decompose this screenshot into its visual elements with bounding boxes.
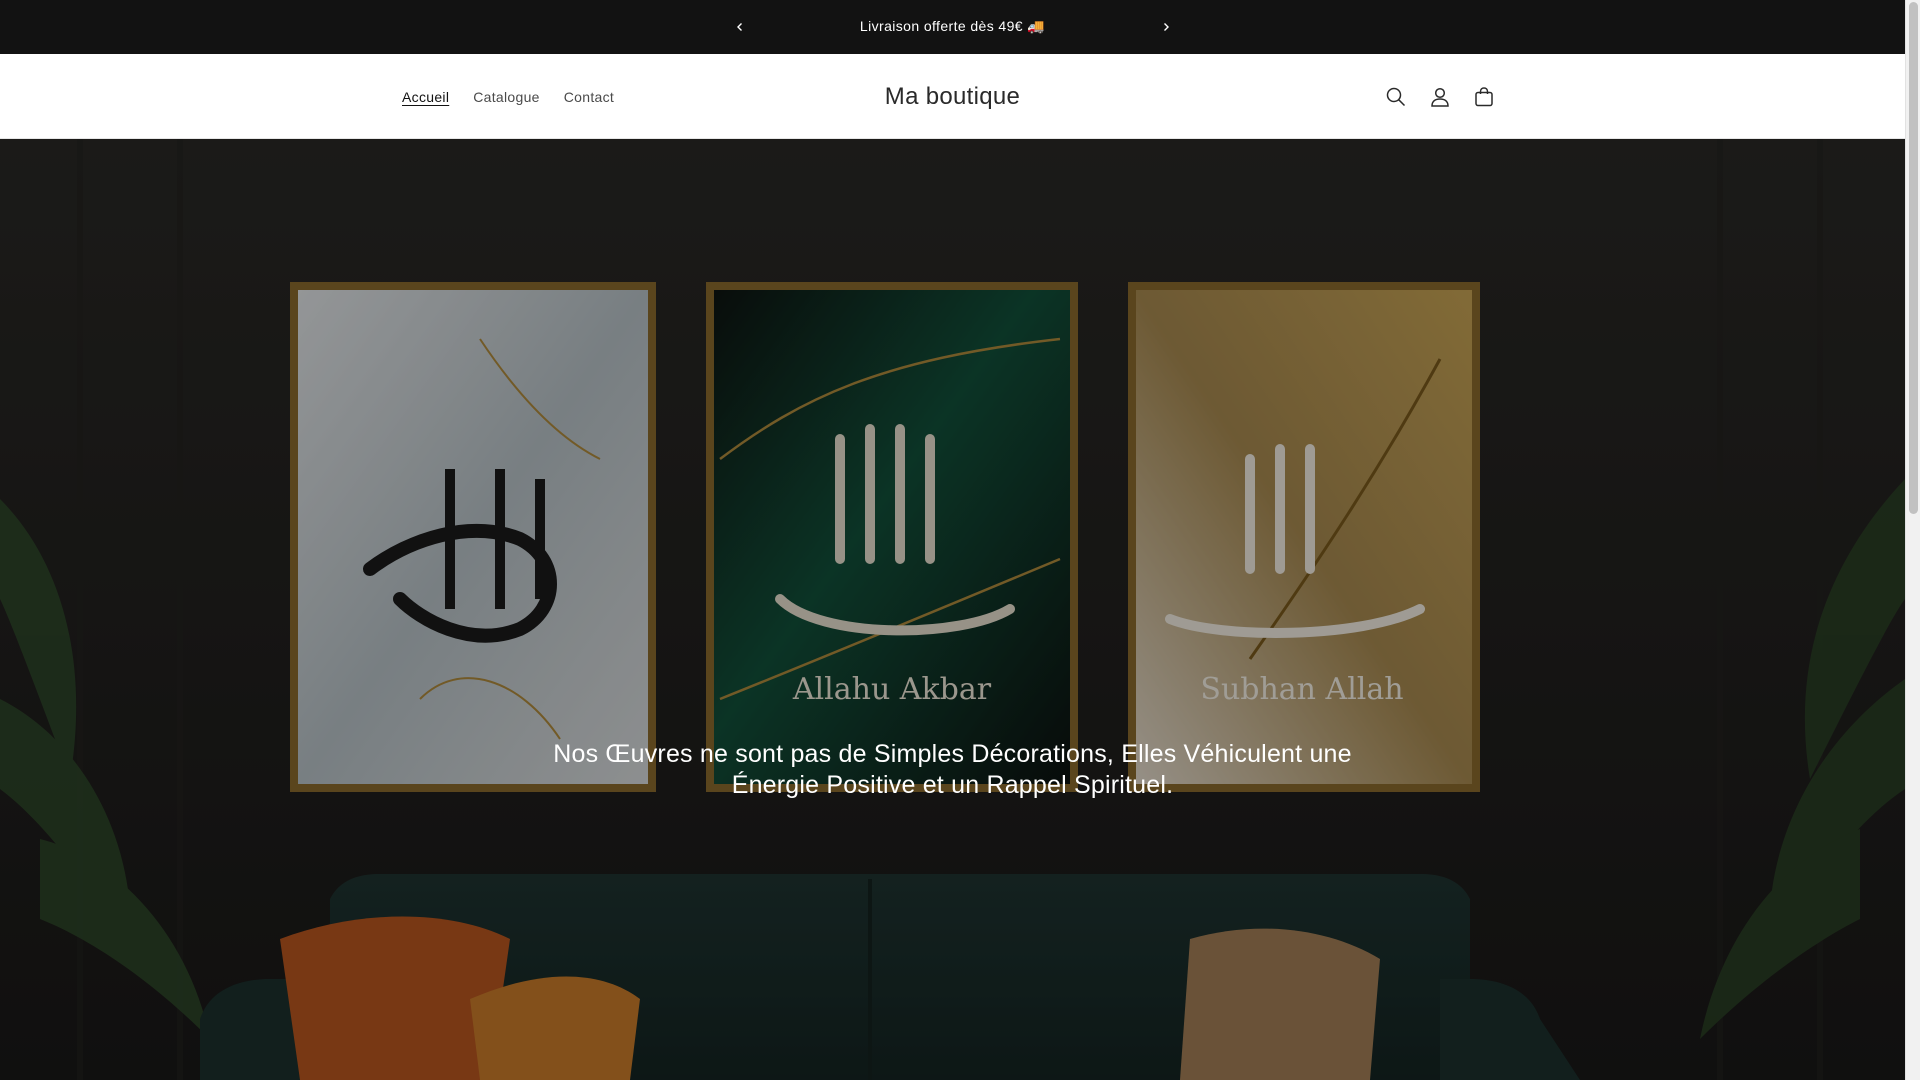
header-icons	[1374, 54, 1506, 139]
brand-wrapper: Ma boutique	[0, 54, 1905, 139]
account-icon	[1431, 87, 1449, 107]
cart-icon	[1475, 86, 1493, 106]
site-header: Accueil Catalogue Contact Ma boutique	[0, 54, 1905, 139]
cart-button[interactable]	[1462, 75, 1506, 119]
nav-item-contact[interactable]: Contact	[552, 81, 626, 113]
search-icon	[1386, 87, 1406, 106]
hero-headline: Nos Œuvres ne sont pas de Simples Décora…	[553, 740, 1352, 799]
chevron-right-icon	[1164, 23, 1169, 31]
announcement-next-button[interactable]	[1156, 17, 1176, 37]
main-nav: Accueil Catalogue Contact	[390, 54, 626, 139]
announcement-text: Livraison offerte dès 49€ 🚚	[859, 18, 1046, 34]
hero-banner: Allahu Akbar Subhan Allah Nos Œuvres ne …	[0, 139, 1905, 1080]
scrollbar-thumb[interactable]	[1909, 2, 1918, 514]
search-button[interactable]	[1374, 75, 1418, 119]
brand-logo-text[interactable]: Ma boutique	[885, 83, 1020, 110]
account-button[interactable]	[1418, 75, 1462, 119]
page: Livraison offerte dès 49€ 🚚 Accueil Cata…	[0, 0, 1920, 1080]
nav-item-catalogue[interactable]: Catalogue	[461, 81, 552, 113]
hero-overlay	[0, 139, 1905, 1080]
page-scrollbar[interactable]	[1905, 0, 1920, 1080]
nav-item-accueil[interactable]: Accueil	[390, 81, 461, 113]
announcement-bar: Livraison offerte dès 49€ 🚚	[0, 0, 1905, 54]
